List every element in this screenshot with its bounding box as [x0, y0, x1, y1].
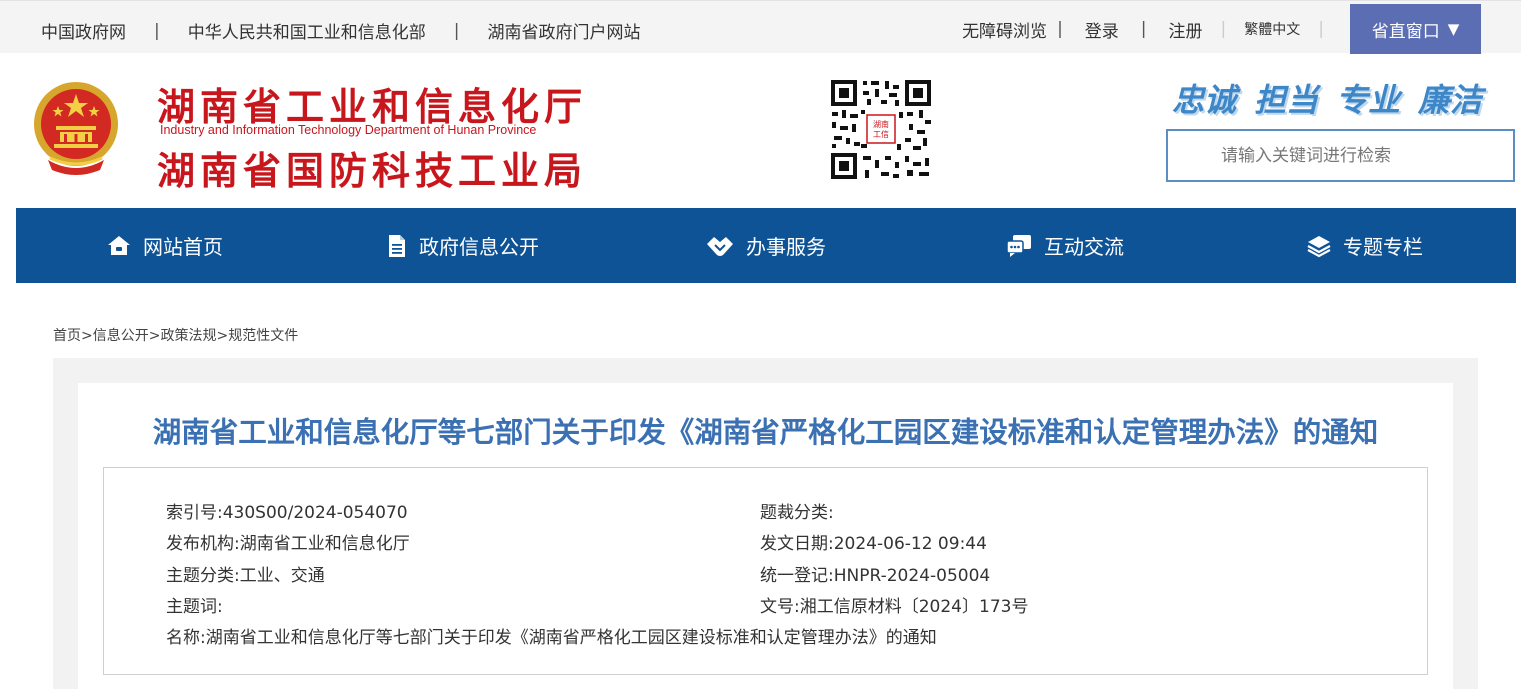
link-separator: |: [1318, 19, 1324, 39]
document-icon: [389, 234, 405, 257]
meta-value: 2024-06-12 09:44: [833, 534, 987, 554]
top-right-links: 无障碍浏览 | 登录 | 注册 | 繁體中文 | 省直窗口 ▼: [962, 4, 1481, 54]
link-separator: |: [154, 20, 160, 41]
nav-item-home[interactable]: 网站首页: [107, 208, 223, 283]
meta-label: 主题分类:: [166, 566, 240, 586]
meta-label: 名称:: [166, 628, 206, 648]
nav-label: 网站首页: [143, 235, 223, 259]
link-gov-cn[interactable]: 中国政府网: [41, 18, 126, 43]
meta-keywords: 主题词:: [166, 592, 223, 617]
breadcrumb[interactable]: 首页>信息公开>政策法规>规范性文件: [53, 325, 298, 345]
link-miit[interactable]: 中华人民共和国工业和信息化部: [188, 18, 426, 43]
traditional-chinese-link[interactable]: 繁體中文: [1244, 19, 1300, 39]
search-input[interactable]: [1168, 131, 1513, 180]
site-title-en: Industry and Information Technology Depa…: [160, 123, 537, 137]
meta-topic: 主题分类:工业、交通: [166, 561, 325, 586]
search-box: [1166, 129, 1515, 182]
qr-code-icon: 湖南 工信: [829, 78, 933, 181]
accessibility-link[interactable]: 无障碍浏览: [962, 17, 1047, 42]
province-window-label: 省直窗口: [1371, 21, 1440, 42]
meta-publisher: 发布机构:湖南省工业和信息化厅: [166, 529, 410, 554]
register-link[interactable]: 注册: [1169, 17, 1203, 42]
nav-label: 政府信息公开: [419, 235, 539, 259]
meta-value: 湖南省工业和信息化厅等七部门关于印发《湖南省严格化工园区建设标准和认定管理办法》…: [205, 628, 937, 648]
slogan-item: 廉洁: [1418, 81, 1483, 119]
link-separator: |: [453, 20, 460, 41]
meta-label: 主题词:: [166, 597, 223, 617]
meta-value: 湘工信原材料〔2024〕173号: [799, 597, 1029, 617]
meta-label: 文号:: [760, 597, 800, 617]
nav-item-services[interactable]: 办事服务: [706, 208, 826, 283]
nav-item-interaction[interactable]: 互动交流: [1006, 208, 1124, 283]
link-separator: |: [1140, 19, 1147, 39]
link-hunan-gov[interactable]: 湖南省政府门户网站: [487, 18, 640, 43]
chat-icon: [1006, 234, 1031, 257]
province-window-button[interactable]: 省直窗口 ▼: [1350, 4, 1481, 54]
nav-label: 互动交流: [1044, 235, 1124, 259]
meta-value: 工业、交通: [239, 566, 325, 586]
nav-label: 办事服务: [746, 235, 826, 259]
meta-label: 统一登记:: [760, 566, 834, 586]
national-emblem-icon: [34, 82, 118, 175]
meta-value: 430S00/2024-054070: [222, 503, 408, 523]
meta-label: 发布机构:: [166, 534, 240, 554]
site-subtitle-cn: 湖南省国防科技工业局: [157, 148, 588, 193]
meta-value: HNPR-2024-05004: [833, 566, 991, 586]
meta-index-no: 索引号:430S00/2024-054070: [166, 498, 408, 523]
login-link[interactable]: 登录: [1085, 17, 1119, 42]
external-links: 中国政府网 | 中华人民共和国工业和信息化部 | 湖南省政府门户网站: [41, 18, 640, 44]
top-bar: 中国政府网 | 中华人民共和国工业和信息化部 | 湖南省政府门户网站 无障碍浏览…: [0, 0, 1521, 54]
slogan-item: 专业: [1336, 81, 1401, 119]
handshake-icon: [707, 236, 733, 256]
nav-label: 专题专栏: [1343, 235, 1423, 259]
nav-item-gov-info[interactable]: 政府信息公开: [387, 208, 539, 283]
main-nav: 网站首页 政府信息公开 办事服务 互动交流 专题专栏: [16, 208, 1516, 283]
meta-label: 发文日期:: [760, 534, 834, 554]
slogan-item: 忠诚: [1172, 81, 1237, 119]
meta-label: 索引号:: [166, 503, 223, 523]
meta-doc-no: 文号:湘工信原材料〔2024〕173号: [760, 592, 1028, 617]
meta-value: 湖南省工业和信息化厅: [239, 534, 410, 554]
meta-category: 题裁分类:: [760, 498, 834, 523]
qr-logo-text-top: 湖南: [873, 119, 889, 129]
layers-icon: [1307, 235, 1331, 257]
meta-label: 题裁分类:: [760, 503, 834, 523]
chevron-down-icon: ▼: [1447, 20, 1460, 38]
meta-date: 发文日期:2024-06-12 09:44: [760, 529, 987, 554]
nav-item-special-topics[interactable]: 专题专栏: [1307, 208, 1423, 283]
slogan-item: 担当: [1254, 81, 1319, 119]
slogan: 忠诚 担当 专业 廉洁: [1172, 75, 1482, 121]
link-separator: |: [1057, 19, 1063, 39]
page-title: 湖南省工业和信息化厅等七部门关于印发《湖南省严格化工园区建设标准和认定管理办法》…: [152, 416, 1379, 449]
qr-logo-text-bottom: 工信: [873, 129, 889, 139]
meta-registration: 统一登记:HNPR-2024-05004: [760, 561, 990, 586]
home-icon: [108, 235, 130, 255]
link-separator: |: [1220, 19, 1227, 39]
meta-name: 名称:湖南省工业和信息化厅等七部门关于印发《湖南省严格化工园区建设标准和认定管理…: [166, 623, 937, 648]
